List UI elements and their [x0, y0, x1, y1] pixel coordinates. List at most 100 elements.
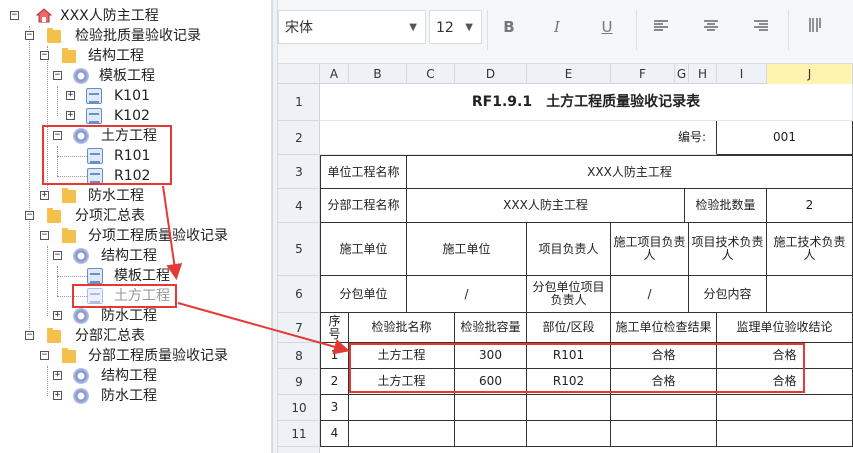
unit-name-value[interactable]: XXX人防主工程 — [407, 155, 853, 189]
collapse-icon[interactable]: − — [40, 351, 49, 360]
tree-label: 模板工程 — [114, 268, 170, 284]
table-row-no[interactable]: 1 — [320, 343, 349, 369]
construction-lead-label[interactable]: 施工项目负责人 — [611, 223, 689, 276]
row-header[interactable]: 6 — [278, 276, 320, 313]
header-accept-result[interactable]: 监理单位验收结论 — [717, 313, 853, 343]
table-title[interactable]: RF1.9.1 土方工程质量验收记录表 — [320, 84, 853, 121]
table-row-accept[interactable] — [717, 421, 853, 447]
table-row-capacity[interactable] — [455, 421, 527, 447]
tree-guide — [47, 366, 48, 396]
technical-lead-label[interactable]: 项目技术负责人 — [689, 223, 767, 276]
justify-columns-icon[interactable] — [802, 14, 828, 40]
column-header[interactable]: B — [349, 64, 407, 84]
column-header[interactable]: J — [767, 64, 853, 84]
column-header[interactable]: D — [455, 64, 527, 84]
table-row-check[interactable] — [611, 421, 717, 447]
sub-project-lead-value[interactable]: / — [611, 276, 689, 313]
corner-cell[interactable] — [278, 64, 320, 84]
expand-icon[interactable]: + — [66, 91, 75, 100]
sub-content-value[interactable] — [767, 276, 853, 313]
project-lead-label[interactable]: 项目负责人 — [527, 223, 611, 276]
table-row-check[interactable] — [611, 395, 717, 421]
tree-label: 结构工程 — [88, 48, 144, 64]
batch-count-value[interactable]: 2 — [767, 189, 853, 223]
italic-button[interactable]: I — [544, 14, 570, 40]
header-no[interactable]: 序号 — [320, 313, 349, 343]
table-row-no[interactable]: 3 — [320, 395, 349, 421]
part-name-label[interactable]: 分部工程名称 — [320, 189, 407, 223]
expand-icon[interactable]: + — [40, 191, 49, 200]
expand-icon[interactable]: + — [53, 311, 62, 320]
column-header[interactable]: F — [611, 64, 675, 84]
column-header[interactable]: C — [407, 64, 455, 84]
gear-icon — [73, 368, 89, 384]
align-left-icon[interactable] — [648, 14, 674, 40]
code-value[interactable]: 001 — [717, 121, 853, 155]
table-row-name[interactable] — [349, 421, 455, 447]
table-row-capacity[interactable] — [455, 395, 527, 421]
align-center-icon[interactable] — [698, 14, 724, 40]
collapse-icon[interactable]: − — [25, 331, 34, 340]
folder-icon — [62, 348, 76, 363]
header-capacity[interactable]: 检验批容量 — [455, 313, 527, 343]
font-size-select[interactable]: 12 ▼ — [429, 10, 482, 44]
subcontractor-value[interactable]: / — [407, 276, 527, 313]
table-row-area[interactable] — [527, 395, 611, 421]
collapse-icon[interactable]: − — [10, 11, 19, 20]
folder-icon — [62, 228, 76, 243]
gear-icon — [73, 68, 89, 84]
collapse-icon[interactable]: − — [40, 51, 49, 60]
column-header[interactable]: I — [717, 64, 767, 84]
collapse-icon[interactable]: − — [25, 31, 34, 40]
subcontractor-label[interactable]: 分包单位 — [320, 276, 407, 313]
row-header[interactable]: 2 — [278, 121, 320, 155]
collapse-icon[interactable]: − — [25, 211, 34, 220]
construction-tech-lead-label[interactable]: 施工技术负责人 — [767, 223, 853, 276]
header-batch-name[interactable]: 检验批名称 — [349, 313, 455, 343]
row-header[interactable]: 9 — [278, 369, 320, 395]
row-header[interactable]: 4 — [278, 189, 320, 223]
collapse-icon[interactable]: − — [40, 231, 49, 240]
header-area[interactable]: 部位/区段 — [527, 313, 611, 343]
align-right-icon[interactable] — [748, 14, 774, 40]
sub-project-lead-label[interactable]: 分包单位项目负责人 — [527, 276, 611, 313]
table-row-no[interactable]: 4 — [320, 421, 349, 447]
collapse-icon[interactable]: − — [53, 71, 62, 80]
column-header[interactable]: H — [689, 64, 717, 84]
code-label[interactable]: 编号: — [320, 121, 717, 155]
collapse-icon[interactable]: − — [53, 251, 62, 260]
contractor-label[interactable]: 施工单位 — [320, 223, 407, 276]
sheet-grid[interactable]: RF1.9.1 土方工程质量验收记录表 编号: 001 单位工程名称 XXX人防… — [320, 84, 853, 453]
tree-label: 模板工程 — [99, 68, 155, 84]
part-name-value[interactable]: XXX人防主工程 — [407, 189, 685, 223]
contractor-value[interactable]: 施工单位 — [407, 223, 527, 276]
underline-button[interactable]: U — [594, 14, 620, 40]
gear-icon — [73, 308, 89, 324]
table-row-name[interactable] — [349, 395, 455, 421]
column-header[interactable]: A — [320, 64, 349, 84]
column-header[interactable]: G — [675, 64, 689, 84]
table-row-no[interactable]: 2 — [320, 369, 349, 395]
tree-label: 检验批质量验收记录 — [75, 28, 201, 44]
expand-icon[interactable]: + — [53, 391, 62, 400]
table-row-area[interactable] — [527, 421, 611, 447]
row-header[interactable]: 7 — [278, 313, 320, 343]
unit-name-label[interactable]: 单位工程名称 — [320, 155, 407, 189]
folder-icon — [47, 28, 61, 43]
row-header[interactable]: 11 — [278, 421, 320, 447]
row-header[interactable]: 3 — [278, 155, 320, 189]
highlight-box — [42, 125, 172, 185]
expand-icon[interactable]: + — [53, 371, 62, 380]
font-family-select[interactable]: 宋体 ▼ — [278, 10, 426, 44]
column-header[interactable]: E — [527, 64, 611, 84]
row-header[interactable]: 1 — [278, 84, 320, 121]
header-check-result[interactable]: 施工单位检查结果 — [611, 313, 717, 343]
table-row-accept[interactable] — [717, 395, 853, 421]
row-header[interactable]: 8 — [278, 343, 320, 369]
sub-content-label[interactable]: 分包内容 — [689, 276, 767, 313]
batch-count-label[interactable]: 检验批数量 — [685, 189, 767, 223]
expand-icon[interactable]: + — [66, 111, 75, 120]
row-header[interactable]: 5 — [278, 223, 320, 276]
bold-button[interactable]: B — [496, 14, 522, 40]
row-header[interactable]: 10 — [278, 395, 320, 421]
